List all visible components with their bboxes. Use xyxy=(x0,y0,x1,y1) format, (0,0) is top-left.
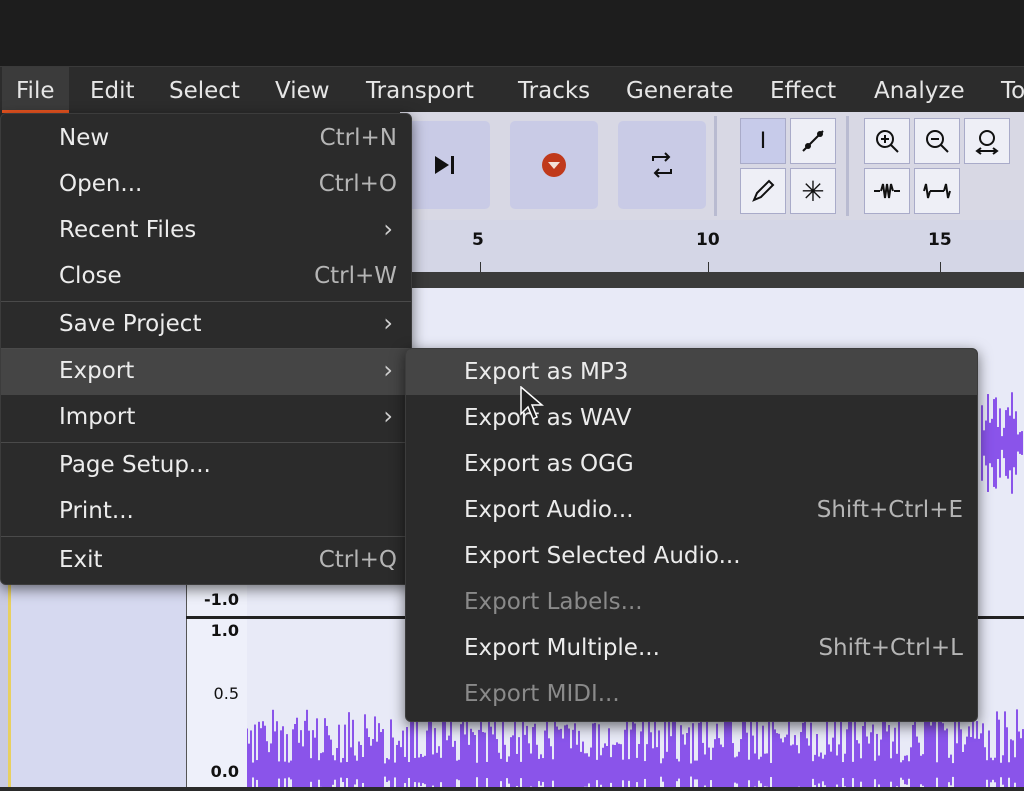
draw-tool[interactable] xyxy=(740,168,786,214)
file-menu-page-setup[interactable]: Page Setup... xyxy=(1,443,411,489)
ruler-tick-label: 5 xyxy=(472,230,484,250)
multi-tool[interactable]: ✳ xyxy=(790,168,836,214)
zoom-out-button[interactable] xyxy=(914,118,960,164)
menu-generate[interactable]: Generate xyxy=(612,67,747,113)
menu-view[interactable]: View xyxy=(261,67,344,113)
ruler-tick-label: 10 xyxy=(696,230,720,250)
file-menu-export[interactable]: Export › xyxy=(1,349,411,395)
export-menu-labels: Export Labels... xyxy=(464,589,643,615)
chevron-right-icon: › xyxy=(383,309,393,337)
menu-file[interactable]: File xyxy=(2,67,69,113)
export-menu-ogg[interactable]: Export as OGG xyxy=(406,441,977,487)
mouse-cursor-icon xyxy=(520,386,544,421)
scale-label: -1.0 xyxy=(204,590,239,609)
file-menu-save-project[interactable]: Save Project › xyxy=(1,302,411,348)
export-menu-mp3[interactable]: Export as MP3 xyxy=(406,349,977,395)
trim-outside-icon xyxy=(874,183,900,199)
envelope-tool-icon xyxy=(802,130,824,152)
selection-tool-icon: I xyxy=(759,128,767,154)
chevron-right-icon: › xyxy=(383,402,393,430)
menu-edit[interactable]: Edit xyxy=(76,67,149,113)
record-button[interactable] xyxy=(510,121,598,209)
scale-label: 0.5 xyxy=(213,684,239,703)
export-menu-audio[interactable]: Export Audio... Shift+Ctrl+E xyxy=(406,487,977,533)
scale-label: 1.0 xyxy=(210,621,239,640)
loop-button[interactable] xyxy=(618,121,706,209)
file-menu-import[interactable]: Import › xyxy=(1,395,411,441)
menu-tracks[interactable]: Tracks xyxy=(504,67,604,113)
file-menu: New Ctrl+N Open... Ctrl+O Recent Files ›… xyxy=(0,113,412,585)
draw-tool-icon xyxy=(752,179,775,202)
menu-tools[interactable]: To xyxy=(987,67,1024,113)
menu-bar: File Edit Select View Transport Tracks G… xyxy=(0,66,1024,113)
fit-selection-icon xyxy=(975,130,999,155)
fit-selection-button[interactable] xyxy=(964,118,1010,164)
silence-selection-button[interactable] xyxy=(914,168,960,214)
multi-tool-icon: ✳ xyxy=(801,174,825,208)
chevron-right-icon: › xyxy=(383,356,393,384)
menu-analyze[interactable]: Analyze xyxy=(860,67,979,113)
file-menu-print[interactable]: Print... xyxy=(1,489,411,535)
file-menu-exit[interactable]: Exit Ctrl+Q xyxy=(1,537,411,583)
timeline-ruler[interactable]: 5 10 15 xyxy=(400,220,1024,273)
loop-icon xyxy=(652,152,672,178)
menu-select[interactable]: Select xyxy=(155,67,254,113)
zoom-out-icon xyxy=(926,130,949,153)
export-menu-midi: Export MIDI... xyxy=(464,681,620,707)
toolbar: I ✳ xyxy=(400,112,1024,220)
menu-transport[interactable]: Transport xyxy=(352,67,488,113)
file-menu-open[interactable]: Open... Ctrl+O xyxy=(1,162,411,208)
export-menu-multiple[interactable]: Export Multiple... Shift+Ctrl+L xyxy=(406,625,977,671)
record-icon xyxy=(542,153,566,177)
silence-selection-icon xyxy=(923,183,951,199)
scale-label: 0.0 xyxy=(210,762,239,781)
window-titlebar xyxy=(0,0,1024,66)
selection-tool[interactable]: I xyxy=(740,118,786,164)
skip-to-end-button[interactable] xyxy=(400,121,490,209)
skip-end-icon xyxy=(435,156,454,174)
export-submenu: Export as MP3 Export as WAV Export as OG… xyxy=(405,348,978,722)
menu-effect[interactable]: Effect xyxy=(756,67,850,113)
export-menu-wav[interactable]: Export as WAV xyxy=(406,395,977,441)
file-menu-recent-files[interactable]: Recent Files › xyxy=(1,208,411,254)
export-menu-selected-audio[interactable]: Export Selected Audio... xyxy=(406,533,977,579)
file-menu-new[interactable]: New Ctrl+N xyxy=(1,114,411,162)
trim-outside-button[interactable] xyxy=(864,168,910,214)
ruler-tick-label: 15 xyxy=(928,230,952,250)
zoom-in-button[interactable] xyxy=(864,118,910,164)
chevron-right-icon: › xyxy=(383,215,393,243)
envelope-tool[interactable] xyxy=(790,118,836,164)
file-menu-close[interactable]: Close Ctrl+W xyxy=(1,254,411,300)
zoom-in-icon xyxy=(876,130,899,153)
